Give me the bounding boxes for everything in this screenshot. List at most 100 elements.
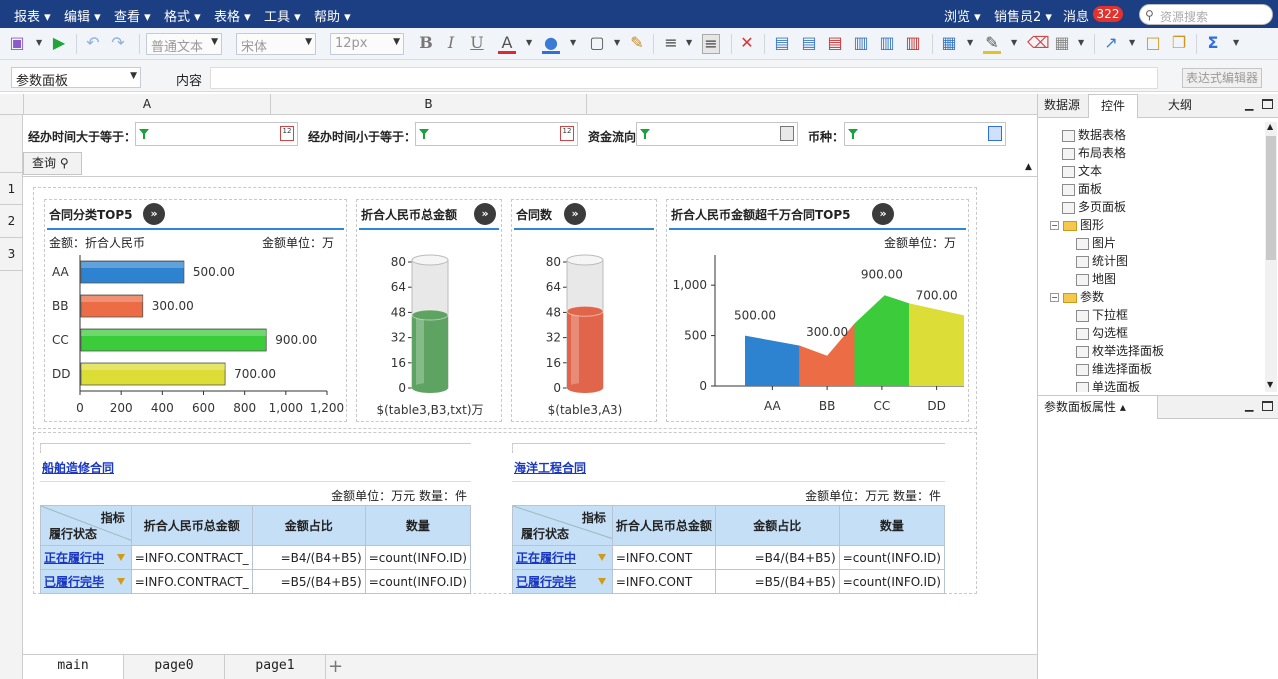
align-icon[interactable]: ≡ [662, 34, 680, 54]
row-header-1[interactable]: 1 [0, 172, 23, 205]
highlight-icon[interactable]: ✎ [983, 34, 1001, 54]
row-header-3[interactable]: 3 [0, 238, 23, 271]
merge-dropdown-icon[interactable]: ▼ [967, 38, 973, 47]
menu-help[interactable]: 帮助 ▾ [314, 6, 351, 25]
highlight-dropdown-icon[interactable]: ▼ [1011, 38, 1017, 47]
grid-lines-icon[interactable]: ▦ [1053, 34, 1071, 54]
resource-search-input[interactable]: ⚲ 资源搜索 [1139, 4, 1273, 25]
ratio-cell[interactable]: =B5/(B4+B5) [714, 569, 840, 594]
minimize-icon[interactable]: ▁ [1245, 399, 1253, 412]
to-date-input[interactable]: 12 [415, 122, 578, 146]
tab-page1[interactable]: page1 [225, 655, 326, 679]
drill-arrow-icon[interactable]: » [564, 203, 586, 225]
tab-controls[interactable]: 控件 [1088, 94, 1138, 118]
drill-arrow-icon[interactable]: » [474, 203, 496, 225]
status-link[interactable]: 正在履行中 [516, 551, 576, 565]
grid-dropdown-icon[interactable]: ▼ [1078, 38, 1084, 47]
ratio-cell[interactable]: =B4/(B4+B5) [251, 545, 366, 570]
tree-item-dropdown[interactable]: 下拉框 [1076, 306, 1128, 323]
menu-view[interactable]: 查看 ▾ [114, 6, 151, 25]
query-button[interactable]: 查询 ⚲ [23, 152, 82, 175]
menu-tools[interactable]: 工具 ▾ [264, 6, 301, 25]
insert-column-right-icon[interactable]: ▥ [878, 34, 896, 54]
insert-row-above-icon[interactable]: ▤ [773, 34, 791, 54]
count-cell[interactable]: =count(INFO.ID) [838, 545, 946, 570]
save-icon[interactable]: ▣ [8, 34, 26, 54]
export-icon[interactable]: ↗ [1102, 34, 1120, 54]
collapse-icon[interactable]: − [1050, 293, 1059, 302]
calendar-icon[interactable]: 12 [560, 126, 574, 141]
count-cell[interactable]: =count(INFO.ID) [364, 545, 472, 570]
table-title-link[interactable]: 船舶造修合同 [42, 459, 114, 476]
page-setup-icon[interactable]: □ [1144, 34, 1162, 54]
status-cell[interactable]: 正在履行中 [512, 545, 613, 570]
export-dropdown-icon[interactable]: ▼ [1129, 38, 1135, 47]
menu-edit[interactable]: 编辑 ▾ [64, 6, 101, 25]
insert-row-below-icon[interactable]: ▤ [800, 34, 818, 54]
text-style-select[interactable]: 普通文本 ▼ [146, 33, 222, 55]
status-cell[interactable]: 正在履行中 [40, 545, 132, 570]
column-header-b[interactable]: B [271, 94, 587, 115]
redo-icon[interactable]: ↷ [109, 34, 127, 54]
table-title-link[interactable]: 海洋工程合同 [514, 459, 586, 476]
border-dropdown-icon[interactable]: ▼ [614, 38, 620, 47]
tree-item-dimension-panel[interactable]: 维选择面板 [1076, 360, 1152, 377]
calendar-icon[interactable]: 12 [280, 126, 294, 141]
tree-item-checkbox[interactable]: 勾选框 [1076, 324, 1128, 341]
filter-icon[interactable] [597, 554, 606, 561]
tree-item-map[interactable]: 地图 [1076, 270, 1116, 287]
format-painter-icon[interactable]: ✎ [628, 34, 646, 54]
drill-arrow-icon[interactable]: » [872, 203, 894, 225]
tree-item-folder[interactable]: − 图形 [1050, 216, 1104, 233]
menu-format[interactable]: 格式 ▾ [164, 6, 201, 25]
tree-item-image[interactable]: 图片 [1076, 234, 1116, 251]
merge-cells-icon[interactable]: ▦ [940, 34, 958, 54]
italic-button[interactable]: I [442, 34, 460, 54]
tree-item-multipage-panel[interactable]: 多页面板 [1062, 198, 1126, 215]
delete-column-icon[interactable]: ▥ [904, 34, 922, 54]
tree-item-chart[interactable]: 统计图 [1076, 252, 1128, 269]
tab-outline[interactable]: 大纲 [1150, 94, 1210, 118]
menu-report[interactable]: 报表 ▾ [14, 6, 51, 25]
list-picker-icon[interactable] [780, 126, 794, 141]
fill-color-icon[interactable]: ● [542, 34, 560, 54]
font-color-dropdown-icon[interactable]: ▼ [526, 38, 532, 47]
tree-item-enum-panel[interactable]: 枚举选择面板 [1076, 342, 1164, 359]
tree-item-text[interactable]: 文本 [1062, 162, 1102, 179]
collapse-panel-icon[interactable]: ▲ [1025, 162, 1032, 172]
tree-item-radio-panel[interactable]: 单选面板 [1076, 378, 1140, 392]
status-link[interactable]: 已履行完毕 [516, 575, 576, 589]
font-family-select[interactable]: 宋体 ▼ [236, 33, 316, 55]
amount-cell[interactable]: =INFO.CONTRACT_ [130, 545, 253, 570]
menu-table[interactable]: 表格 ▾ [214, 6, 251, 25]
border-icon[interactable]: ▢ [588, 34, 606, 54]
drill-arrow-icon[interactable]: » [143, 203, 165, 225]
count-cell[interactable]: =count(INFO.ID) [364, 569, 472, 594]
from-date-input[interactable]: 12 [135, 122, 298, 146]
status-link[interactable]: 正在履行中 [44, 551, 104, 565]
run-icon[interactable]: ▶ [50, 34, 68, 54]
copy-icon[interactable]: ❐ [1170, 34, 1188, 54]
maximize-icon[interactable] [1262, 99, 1273, 109]
status-link[interactable]: 已履行完毕 [44, 575, 104, 589]
menu-user[interactable]: 销售员2 ▾ [994, 6, 1052, 25]
tree-scrollbar[interactable]: ▲ ▼ [1265, 122, 1277, 392]
column-header-a[interactable]: A [23, 94, 271, 115]
menu-browse[interactable]: 浏览 ▾ [944, 6, 981, 25]
ratio-cell[interactable]: =B5/(B4+B5) [251, 569, 366, 594]
font-size-select[interactable]: 12px ▼ [330, 33, 404, 55]
cell-selector-select[interactable]: 参数面板 ▼ [11, 67, 141, 89]
row-header-2[interactable]: 2 [0, 205, 23, 238]
delete-icon[interactable]: ✕ [738, 34, 756, 54]
status-cell[interactable]: 已履行完毕 [40, 569, 132, 594]
align-dropdown-icon[interactable]: ▼ [686, 38, 692, 47]
messages-label[interactable]: 消息 [1063, 6, 1089, 25]
filter-icon[interactable] [116, 578, 125, 585]
wrap-text-icon[interactable]: ≡ [702, 34, 720, 54]
tab-main[interactable]: main [23, 655, 124, 679]
amount-cell[interactable]: =INFO.CONTRACT_ [130, 569, 253, 594]
ratio-cell[interactable]: =B4/(B4+B5) [714, 545, 840, 570]
underline-button[interactable]: U [468, 34, 486, 54]
collapse-icon[interactable]: − [1050, 221, 1059, 230]
filter-icon[interactable] [116, 554, 125, 561]
